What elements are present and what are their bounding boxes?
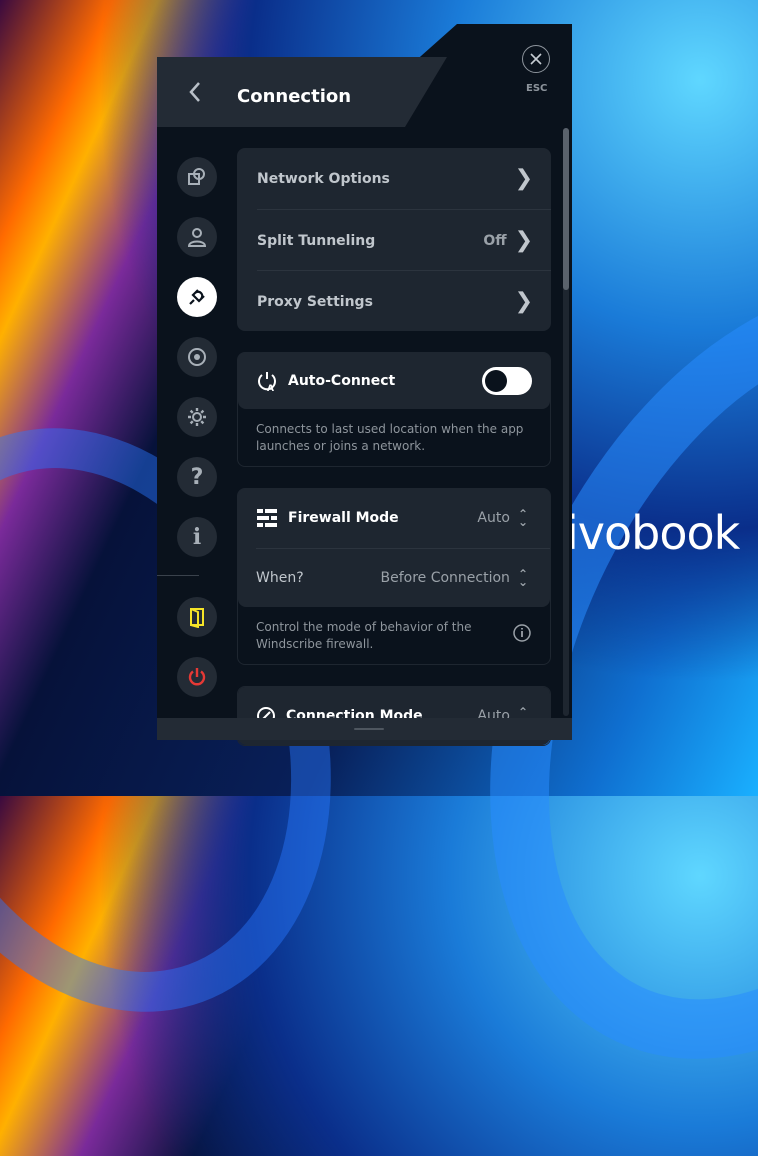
chevron-left-icon xyxy=(189,82,200,102)
esc-label: ESC xyxy=(526,83,548,94)
network-options-row[interactable]: Network Options ❯ xyxy=(257,148,551,210)
sidebar-item-general[interactable] xyxy=(177,157,217,197)
firewall-description: Control the mode of behavior of the Wind… xyxy=(238,607,550,663)
resize-grip[interactable] xyxy=(354,728,384,730)
firewall-mode-label: Firewall Mode xyxy=(288,510,399,526)
bottom-bar xyxy=(157,718,572,740)
gear-icon xyxy=(188,408,206,426)
plug-icon xyxy=(189,289,205,305)
wallpaper-brand-text: ivobook xyxy=(566,506,740,560)
auto-connect-icon: A xyxy=(258,372,276,392)
firewall-icon xyxy=(257,509,277,527)
auto-connect-description: Connects to last used location when the … xyxy=(256,422,524,453)
sidebar-item-about[interactable]: i xyxy=(177,517,217,557)
scrollbar-thumb[interactable] xyxy=(563,128,569,290)
auto-connect-block: A Auto-Connect Connects to last used loc… xyxy=(237,352,551,467)
svg-text:A: A xyxy=(267,384,274,392)
split-tunneling-row[interactable]: Split Tunneling Off ❯ xyxy=(257,210,551,272)
sidebar-item-advanced[interactable] xyxy=(177,397,217,437)
chevron-right-icon: ❯ xyxy=(514,228,533,253)
info-link-icon[interactable] xyxy=(512,623,532,643)
chevron-right-icon: ❯ xyxy=(514,166,533,191)
back-button[interactable] xyxy=(181,80,209,108)
proxy-settings-row[interactable]: Proxy Settings ❯ xyxy=(257,271,551,333)
close-button[interactable] xyxy=(522,45,550,73)
firewall-when-row[interactable]: When? Before Connection ⌃ ⌄ xyxy=(256,549,550,607)
firewall-mode-value: Auto xyxy=(477,510,510,526)
sidebar-item-quit[interactable] xyxy=(177,657,217,697)
sidebar-item-help[interactable]: ? xyxy=(177,457,217,497)
auto-connect-header: A Auto-Connect xyxy=(238,353,550,409)
windscribe-window: Connection ESC ? i Network Options ❯ Spl… xyxy=(157,24,572,746)
split-tunneling-value: Off xyxy=(483,233,507,249)
user-icon xyxy=(187,228,207,247)
updown-arrows-icon: ⌃⌄ xyxy=(517,507,528,529)
firewall-when-label: When? xyxy=(256,570,304,586)
sidebar-item-connection[interactable] xyxy=(177,277,217,317)
scrollbar-track[interactable] xyxy=(563,128,569,716)
firewall-when-value: Before Connection xyxy=(380,570,510,586)
close-icon xyxy=(530,53,542,65)
firewall-header: Firewall Mode Auto ⌃ ⌄ When? Before Conne… xyxy=(238,489,550,607)
preferences-icon xyxy=(188,168,205,185)
question-icon: ? xyxy=(190,464,204,490)
firewall-mode-row[interactable]: Firewall Mode Auto ⌃ ⌄ xyxy=(256,489,550,547)
info-icon: i xyxy=(192,524,202,550)
door-icon xyxy=(190,608,204,628)
proxy-settings-label: Proxy Settings xyxy=(257,294,373,310)
sidebar-divider xyxy=(157,575,199,576)
target-icon xyxy=(188,348,206,366)
auto-connect-toggle[interactable] xyxy=(482,367,532,395)
auto-connect-label: Auto-Connect xyxy=(288,373,396,389)
power-icon xyxy=(188,668,206,686)
page-title: Connection xyxy=(237,86,352,107)
chevron-right-icon: ❯ xyxy=(514,289,533,314)
firewall-description-text: Control the mode of behavior of the Wind… xyxy=(256,620,472,651)
sidebar-item-robert[interactable] xyxy=(177,337,217,377)
toggle-knob xyxy=(485,370,507,392)
firewall-block: Firewall Mode Auto ⌃ ⌄ When? Before Conne… xyxy=(237,488,551,665)
updown-arrows-icon: ⌃⌄ xyxy=(517,567,528,589)
sidebar-item-account[interactable] xyxy=(177,217,217,257)
network-options-label: Network Options xyxy=(257,171,390,187)
connection-menu-card: Network Options ❯ Split Tunneling Off ❯ … xyxy=(237,148,551,331)
split-tunneling-label: Split Tunneling xyxy=(257,233,376,249)
sidebar-item-windscribe-logo[interactable] xyxy=(177,597,217,637)
